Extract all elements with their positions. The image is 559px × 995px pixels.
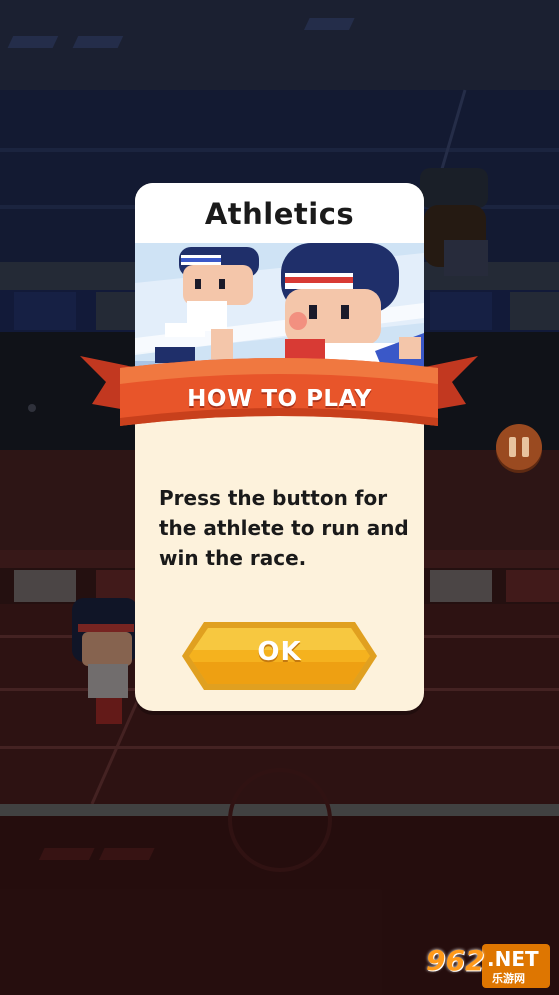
dialog-title: Athletics	[204, 197, 355, 231]
pause-button[interactable]	[496, 424, 542, 470]
ok-button-label[interactable]: OK	[180, 637, 379, 667]
pause-icon-bar	[509, 437, 516, 457]
pause-icon-bar	[522, 437, 529, 457]
watermark-number: 962	[426, 944, 485, 977]
watermark-subtitle: 乐游网	[492, 972, 525, 985]
watermark-suffix: .NET	[487, 947, 539, 971]
instructions-text: Press the button for the athlete to run …	[159, 486, 409, 570]
banner-label: HOW TO PLAY	[187, 386, 372, 412]
